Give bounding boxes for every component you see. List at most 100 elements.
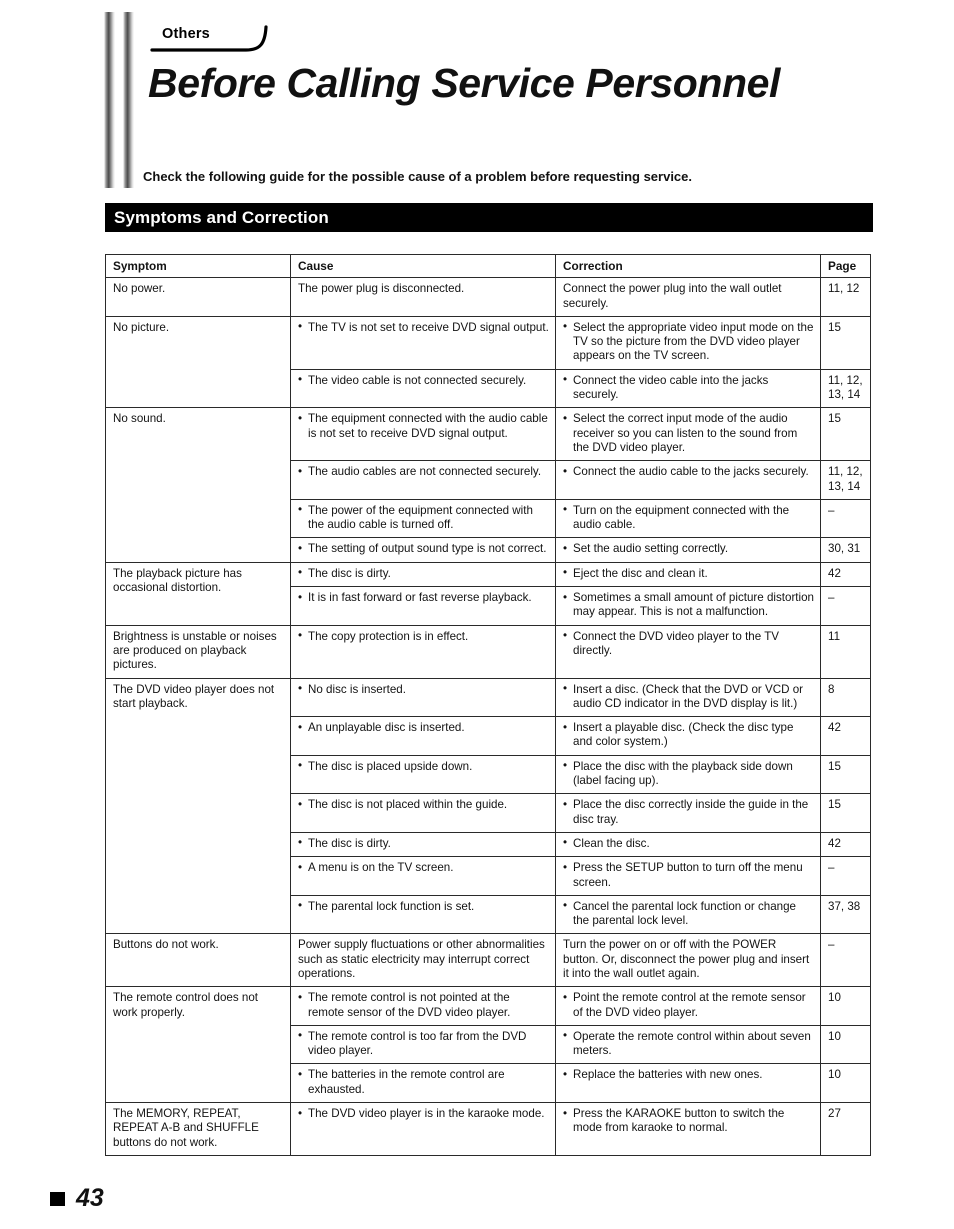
cause-text: The disc is dirty. <box>298 836 549 851</box>
symptom-cell: The playback picture has occasional dist… <box>105 561 291 626</box>
page-reference-cell: 27 <box>820 1102 871 1156</box>
correction-cell: Point the remote control at the remote s… <box>555 986 821 1026</box>
cause-text: The power of the equipment connected wit… <box>298 503 549 533</box>
correction-text: Replace the batteries with new ones. <box>563 1068 814 1083</box>
decorative-bar-1 <box>104 12 115 188</box>
cause-cell: The setting of output sound type is not … <box>290 537 556 563</box>
page-reference-cell: 11, 12, 13, 14 <box>820 460 871 500</box>
cause-text: An unplayable disc is inserted. <box>298 721 549 736</box>
table-row: No sound.The equipment connected with th… <box>105 407 871 563</box>
correction-text: Press the KARAOKE button to switch the m… <box>563 1107 814 1136</box>
correction-text: Connect the DVD video player to the TV d… <box>563 629 814 659</box>
page-reference-cell: 11, 12, 13, 14 <box>820 368 871 409</box>
cause-text: The power plug is disconnected. <box>298 282 465 296</box>
cause-cell: The remote control is not pointed at the… <box>290 986 556 1026</box>
cause-cell: The TV is not set to receive DVD signal … <box>290 315 556 370</box>
correction-text: Insert a playable disc. (Check the disc … <box>563 721 814 750</box>
cause-text: The copy protection is in effect. <box>298 629 549 644</box>
correction-text: Clean the disc. <box>563 836 814 851</box>
page-reference-cell: 15 <box>820 407 871 462</box>
page-reference-cell: 15 <box>820 315 871 370</box>
table-row: Buttons do not work. Power supply fluctua… <box>105 933 871 988</box>
page-reference-cell: 30, 31 <box>820 537 871 563</box>
page-reference-cell: 15 <box>820 754 871 795</box>
correction-cell: Select the correct input mode of the aud… <box>555 407 821 462</box>
correction-cell: Connect the audio cable to the jacks sec… <box>555 460 821 500</box>
correction-text: Select the correct input mode of the aud… <box>563 412 814 455</box>
correction-text: Cancel the parental lock function or cha… <box>563 899 814 929</box>
correction-cell: Insert a disc. (Check that the DVD or VC… <box>555 677 821 718</box>
cause-cell: The disc is dirty. <box>290 561 556 588</box>
correction-cell: Sometimes a small amount of picture dist… <box>555 586 821 626</box>
cause-cell: The video cable is not connected securel… <box>290 368 556 409</box>
footer-square-icon <box>50 1191 65 1206</box>
page-title: Before Calling Service Personnel <box>148 60 781 106</box>
correction-cell: Place the disc with the playback side do… <box>555 754 821 795</box>
page-reference-cell: 8 <box>820 677 871 718</box>
table-row: Brightness is unstable or noises are pro… <box>105 624 871 679</box>
correction-cell: Connect the DVD video player to the TV d… <box>555 624 821 679</box>
correction-cell: Insert a playable disc. (Check the disc … <box>555 716 821 756</box>
cause-text: The batteries in the remote control are … <box>298 1068 549 1097</box>
cause-cell: A menu is on the TV screen. <box>290 856 556 896</box>
symptom-cell: No power. <box>105 277 291 317</box>
correction-text: Press the SETUP button to turn off the m… <box>563 861 814 890</box>
cause-text: No disc is inserted. <box>298 682 549 697</box>
section-header-label: Symptoms and Correction <box>114 208 329 227</box>
table-row: No picture. The TV is not set to receive … <box>105 315 871 409</box>
symptom-cell: Buttons do not work. <box>105 933 291 988</box>
correction-text: Select the appropriate video input mode … <box>563 320 814 364</box>
cause-cell: The power plug is disconnected. <box>290 277 556 317</box>
page-reference-cell: – <box>820 586 871 626</box>
cause-text: It is in fast forward or fast reverse pl… <box>298 591 549 606</box>
cause-text: Power supply fluctuations or other abnor… <box>298 938 545 980</box>
symptom-cell: The MEMORY, REPEAT, REPEAT A-B and SHUFF… <box>105 1102 291 1156</box>
cause-cell: The disc is placed upside down. <box>290 754 556 795</box>
correction-cell: Clean the disc. <box>555 831 821 858</box>
correction-cell: Cancel the parental lock function or cha… <box>555 894 821 935</box>
table-row: The DVD video player does not start play… <box>105 677 871 935</box>
correction-cell: Turn on the equipment connected with the… <box>555 498 821 539</box>
correction-cell: Connect the power plug into the wall out… <box>555 277 821 317</box>
correction-cell: Select the appropriate video input mode … <box>555 315 821 370</box>
table-row: The remote control does not work properl… <box>105 986 871 1104</box>
table-row: No power. The power plug is disconnected.… <box>105 277 871 317</box>
page-reference-cell: 37, 38 <box>820 894 871 935</box>
column-header-correction: Correction <box>555 253 821 279</box>
correction-cell: Turn the power on or off with the POWER … <box>555 933 821 988</box>
page-reference-cell: 10 <box>820 1024 871 1065</box>
correction-cell: Place the disc correctly inside the guid… <box>555 793 821 833</box>
cause-cell: The audio cables are not connected secur… <box>290 460 556 500</box>
cause-cell: It is in fast forward or fast reverse pl… <box>290 586 556 626</box>
cause-cell: The disc is dirty. <box>290 831 556 858</box>
correction-text: Set the audio setting correctly. <box>563 542 814 557</box>
page-reference-cell: 11 <box>820 624 871 679</box>
correction-cell: Press the SETUP button to turn off the m… <box>555 856 821 896</box>
column-header-symptom: Symptom <box>105 253 291 279</box>
correction-cell: Set the audio setting correctly. <box>555 537 821 563</box>
cause-text: The remote control is not pointed at the… <box>298 991 549 1020</box>
cause-text: The audio cables are not connected secur… <box>298 465 549 480</box>
correction-cell: Replace the batteries with new ones. <box>555 1063 821 1104</box>
cause-cell: The parental lock function is set. <box>290 894 556 935</box>
cause-cell: The copy protection is in effect. <box>290 624 556 679</box>
correction-text: Turn on the equipment connected with the… <box>563 503 814 533</box>
cause-cell: The power of the equipment connected wit… <box>290 498 556 539</box>
cause-cell: No disc is inserted. <box>290 677 556 718</box>
page-reference-cell: – <box>820 498 871 539</box>
correction-text: Turn the power on or off with the POWER … <box>563 938 810 980</box>
correction-cell: Operate the remote control within about … <box>555 1024 821 1065</box>
cause-text: The parental lock function is set. <box>298 899 549 914</box>
correction-text: Place the disc with the playback side do… <box>563 759 814 789</box>
page-reference-cell: 15 <box>820 793 871 833</box>
section-header-bar: Symptoms and Correction <box>105 203 873 232</box>
cause-text: The disc is dirty. <box>298 566 549 581</box>
cause-cell: The equipment connected with the audio c… <box>290 407 556 462</box>
page-reference-cell: 10 <box>820 1063 871 1104</box>
page-footer: 43 <box>50 1184 104 1213</box>
cause-cell: The disc is not placed within the guide. <box>290 793 556 833</box>
page-reference-cell: 42 <box>820 831 871 858</box>
cause-cell: The batteries in the remote control are … <box>290 1063 556 1104</box>
page-reference-cell: 11, 12 <box>820 277 871 317</box>
cause-text: The equipment connected with the audio c… <box>298 412 549 441</box>
